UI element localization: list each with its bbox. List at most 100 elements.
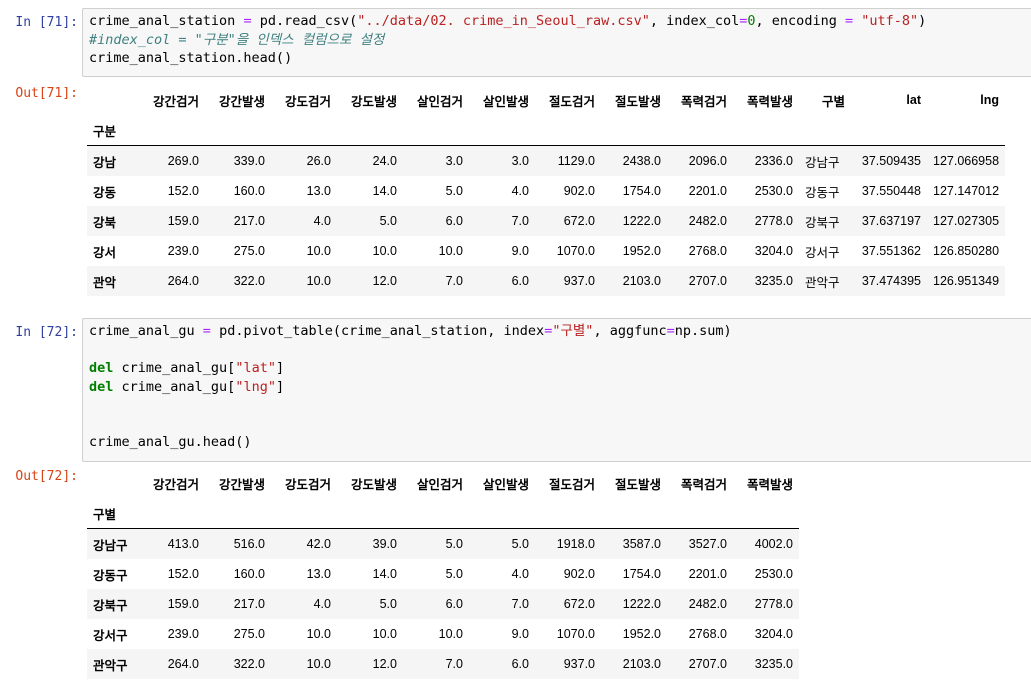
code-line: #index_col = "구분"을 인덱스 컬럼으로 설정 (89, 31, 1025, 50)
dataframe-cell: 3587.0 (622, 537, 661, 551)
cell-71-output-dataframe: 강간검거 강간발생 강도검거 강도발생 살인검거 살인발생 절도검거 절도발생 폭력검거 폭력발생… (87, 85, 1006, 296)
dataframe-cell: 4002.0 (754, 537, 793, 551)
dataframe-cell: 159.0 (167, 214, 199, 228)
dataframe-cell: 37.474395 (861, 274, 921, 288)
dataframe-cell: 902.0 (563, 184, 595, 198)
code-token: crime_anal_gu.head() (89, 434, 252, 450)
cell-72-code-editor[interactable]: crime_anal_gu = pd.pivot_table(crime_ana… (82, 318, 1031, 462)
dataframe-cell: 5.0 (445, 567, 463, 581)
dataframe-cell: 3527.0 (688, 537, 727, 551)
dataframe-cell: 5.0 (379, 214, 397, 228)
dataframe-index-name-spacer (667, 115, 733, 146)
dataframe-cell: 6.0 (511, 274, 529, 288)
code-token: del (89, 378, 114, 395)
dataframe-column-header: 절도검거 (548, 94, 595, 109)
dataframe-cell: 126.951349 (933, 274, 1000, 288)
dataframe-index-name-spacer (403, 498, 469, 529)
dataframe-cell: 160.0 (233, 567, 265, 581)
dataframe-cell: 937.0 (563, 657, 595, 671)
dataframe-index-name-spacer (271, 498, 337, 529)
dataframe-cell: 2778.0 (754, 214, 793, 228)
code-token: crime_anal_station (89, 13, 244, 29)
dataframe-cell: 152.0 (167, 567, 199, 581)
dataframe-column-header-row: 강간검거 강간발생 강도검거 강도발생 살인검거 살인발생 절도검거 절도발생 폭력검거 폭력발생… (87, 85, 1005, 115)
dataframe-column-header: 절도검거 (548, 477, 595, 492)
dataframe-cell: 1222.0 (622, 597, 661, 611)
code-token: = (243, 13, 252, 29)
cell-72-in-prompt: In [72]: (15, 325, 78, 340)
dataframe-cell: 239.0 (167, 627, 199, 641)
dataframe-column-header: 강간검거 (152, 94, 199, 109)
table-row: 강서 239.0 275.0 10.0 10.0 10.0 9.0 1070.0 1952.0 2… (87, 236, 1006, 266)
dataframe-cell: 239.0 (167, 244, 199, 258)
dataframe-cell: 14.0 (372, 184, 397, 198)
dataframe-column-header: 살인발생 (482, 477, 529, 492)
dataframe-cell: 2707.0 (688, 657, 727, 671)
dataframe-cell: 10.0 (306, 657, 331, 671)
dataframe-cell: 322.0 (233, 657, 265, 671)
dataframe-cell: 10.0 (306, 244, 331, 258)
cell-71-out-prompt: Out[71]: (15, 86, 78, 101)
dataframe-column-header: 강도발생 (350, 94, 397, 109)
dataframe-cell: 1952.0 (622, 627, 661, 641)
code-line: crime_anal_station = pd.read_csv("../dat… (89, 12, 1025, 31)
cell-72-out-prompt: Out[72]: (15, 469, 78, 484)
dataframe-cell: 4.0 (511, 567, 529, 581)
dataframe-cell: 127.066958 (933, 154, 1000, 168)
code-token: ) (918, 13, 927, 29)
dataframe-cell: 10.0 (372, 244, 397, 258)
dataframe-index-name-spacer (851, 115, 927, 146)
dataframe-cell: 12.0 (372, 657, 397, 671)
code-token: crime_anal_station.head() (89, 50, 293, 66)
dataframe-cell: 42.0 (306, 537, 331, 551)
cell-71-code-editor[interactable]: crime_anal_station = pd.read_csv("../dat… (82, 8, 1031, 77)
dataframe-column-header: 폭력발생 (746, 477, 793, 492)
dataframe-column-header: 폭력검거 (680, 94, 727, 109)
code-token: del (89, 360, 114, 376)
dataframe-index-name-spacer (139, 115, 205, 146)
dataframe-cell: 275.0 (233, 627, 265, 641)
dataframe-column-header: 절도발생 (614, 94, 661, 109)
dataframe-index-name-spacer (469, 115, 535, 146)
dataframe-cell: 10.0 (306, 627, 331, 641)
dataframe-cell: 37.637197 (861, 214, 921, 228)
dataframe-column-header: 강도검거 (284, 477, 331, 492)
dataframe-cell: 2530.0 (754, 567, 793, 581)
code-token: "utf-8" (861, 13, 919, 29)
dataframe-cell: 9.0 (511, 244, 529, 258)
dataframe-cell: 1918.0 (556, 537, 595, 551)
dataframe-cell: 1129.0 (557, 154, 595, 168)
code-token: 0 (747, 13, 756, 29)
code-token: np.sum) (674, 323, 732, 339)
dataframe-cell: 10.0 (372, 627, 397, 641)
dataframe-cell: 4.0 (313, 597, 331, 611)
dataframe-index-name-spacer (205, 115, 271, 146)
dataframe-index-name-row: 구별 (87, 498, 799, 529)
table-row: 강남구 413.0 516.0 42.0 39.0 5.0 5.0 1918.0 3587.0 3… (87, 528, 799, 559)
dataframe-cell: 2707.0 (688, 274, 727, 288)
dataframe-index-name: 구별 (87, 498, 139, 529)
cell-71-code: crime_anal_station = pd.read_csv("../dat… (89, 12, 1025, 68)
code-line: crime_anal_gu.head() (89, 433, 1025, 452)
dataframe-cell: 강서구 (805, 245, 840, 260)
dataframe-cell: 37.509435 (861, 154, 921, 168)
code-token: pd.read_csv( (251, 13, 358, 29)
code-token: crime_anal_gu (89, 323, 203, 339)
dataframe-index-name-row: 구분 (87, 115, 1006, 146)
dataframe-cell: 37.551362 (861, 244, 921, 258)
dataframe-column-header: 강도검거 (284, 94, 331, 109)
dataframe-cell: 7.0 (511, 597, 529, 611)
dataframe-cell: 3235.0 (754, 274, 793, 288)
table-row: 강서구 239.0 275.0 10.0 10.0 10.0 9.0 1070.0 1952.0… (87, 619, 799, 649)
table-row: 강동구 152.0 160.0 13.0 14.0 5.0 4.0 902.0 1754.0 22… (87, 559, 799, 589)
dataframe-cell: 2201.0 (688, 567, 727, 581)
dataframe-index-name-spacer (403, 115, 469, 146)
dataframe-column-header-row: 강간검거 강간발생 강도검거 강도발생 살인검거 살인발생 절도검거 절도발생 폭력검거 폭력발생 (87, 468, 799, 498)
code-token: "../data/02. crime_in_Seoul_raw.csv" (357, 13, 650, 29)
dataframe-cell: 2103.0 (622, 657, 661, 671)
dataframe-cell: 264.0 (167, 657, 199, 671)
dataframe-cell: 3204.0 (754, 244, 793, 258)
code-token: ] (275, 378, 285, 395)
